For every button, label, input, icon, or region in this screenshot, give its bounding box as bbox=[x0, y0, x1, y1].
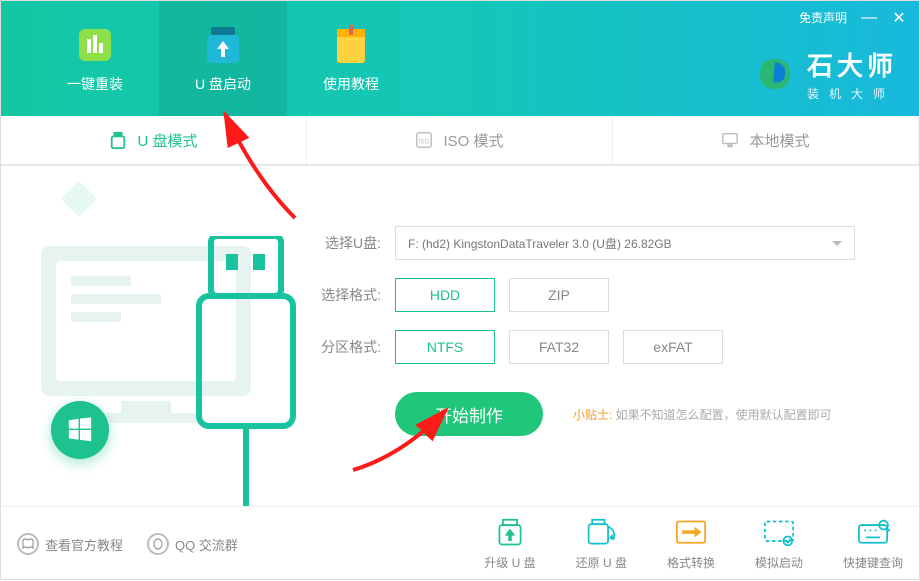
official-tutorial-label: 查看官方教程 bbox=[45, 535, 123, 554]
format-zip-button[interactable]: ZIP bbox=[509, 278, 609, 312]
svg-text:ISO: ISO bbox=[419, 139, 430, 146]
tool-convert[interactable]: 格式转换 bbox=[667, 518, 715, 571]
mode-usb[interactable]: U 盘模式 bbox=[1, 116, 307, 164]
tool-restore-label: 还原 U 盘 bbox=[576, 554, 627, 571]
nav-tutorial[interactable]: 使用教程 bbox=[287, 1, 415, 116]
usb-select[interactable]: F: (hd2) KingstonDataTraveler 3.0 (U盘) 2… bbox=[395, 226, 855, 260]
qq-group-link[interactable]: QQ 交流群 bbox=[147, 533, 238, 555]
reinstall-icon bbox=[74, 24, 116, 66]
partition-label: 分区格式: bbox=[311, 337, 381, 357]
content-area: 选择U盘: F: (hd2) KingstonDataTraveler 3.0 … bbox=[1, 166, 919, 506]
brand-title: 石大师 bbox=[807, 46, 897, 83]
nav-usbboot[interactable]: U 盘启动 bbox=[159, 1, 287, 116]
local-icon bbox=[721, 131, 739, 149]
nav-reinstall-label: 一键重装 bbox=[67, 74, 123, 94]
start-button[interactable]: 开始制作 bbox=[395, 392, 543, 436]
restore-usb-icon bbox=[583, 518, 619, 548]
nav-tutorial-label: 使用教程 bbox=[323, 74, 379, 94]
tutorial-icon bbox=[330, 24, 372, 66]
partition-ntfs-button[interactable]: NTFS bbox=[395, 330, 495, 364]
qq-icon bbox=[147, 533, 169, 555]
format-hdd-button[interactable]: HDD bbox=[395, 278, 495, 312]
select-format-label: 选择格式: bbox=[311, 285, 381, 305]
official-tutorial-link[interactable]: 查看官方教程 bbox=[17, 533, 123, 555]
tool-upgrade-label: 升级 U 盘 bbox=[484, 554, 535, 571]
brand-logo-icon bbox=[755, 54, 795, 94]
mode-usb-label: U 盘模式 bbox=[137, 130, 197, 151]
nav-tabs: 一键重装 U 盘启动 使用教程 bbox=[1, 1, 415, 116]
mode-local[interactable]: 本地模式 bbox=[613, 116, 919, 164]
windows-icon bbox=[51, 401, 109, 459]
illustration bbox=[1, 166, 301, 506]
book-icon bbox=[17, 533, 39, 555]
window-controls: 免责声明 — ✕ bbox=[799, 9, 907, 26]
simulate-icon bbox=[761, 518, 797, 548]
form-area: 选择U盘: F: (hd2) KingstonDataTraveler 3.0 … bbox=[301, 166, 919, 506]
tool-upgrade[interactable]: 升级 U 盘 bbox=[484, 518, 535, 571]
close-button[interactable]: ✕ bbox=[891, 10, 907, 26]
tool-simulate-label: 模拟启动 bbox=[755, 554, 803, 571]
qq-group-label: QQ 交流群 bbox=[175, 535, 238, 554]
tip-label: 小贴士: bbox=[573, 408, 612, 422]
tool-convert-label: 格式转换 bbox=[667, 554, 715, 571]
usb-plug-icon bbox=[191, 236, 301, 506]
tool-hotkey-label: 快捷键查询 bbox=[843, 554, 903, 571]
tool-restore[interactable]: 还原 U 盘 bbox=[576, 518, 627, 571]
usb-icon bbox=[109, 131, 127, 149]
app-header: 一键重装 U 盘启动 使用教程 免责声明 — ✕ 石大师 装机大师 bbox=[1, 1, 919, 116]
mode-iso[interactable]: ISO ISO 模式 bbox=[307, 116, 613, 164]
select-usb-label: 选择U盘: bbox=[311, 233, 381, 253]
convert-icon bbox=[673, 518, 709, 548]
nav-usbboot-label: U 盘启动 bbox=[195, 74, 251, 94]
usb-select-value: F: (hd2) KingstonDataTraveler 3.0 (U盘) 2… bbox=[408, 235, 672, 252]
footer: 查看官方教程 QQ 交流群 升级 U 盘 还原 U 盘 格式转换 模拟启动 快捷… bbox=[1, 506, 919, 581]
tool-simulate[interactable]: 模拟启动 bbox=[755, 518, 803, 571]
hotkey-icon bbox=[855, 518, 891, 548]
mode-iso-label: ISO 模式 bbox=[443, 130, 503, 151]
usbboot-icon bbox=[202, 24, 244, 66]
disclaimer-link[interactable]: 免责声明 bbox=[799, 9, 847, 26]
deco-icon bbox=[61, 181, 98, 218]
brand-sub: 装机大师 bbox=[807, 85, 897, 102]
tool-hotkey[interactable]: 快捷键查询 bbox=[843, 518, 903, 571]
brand: 石大师 装机大师 bbox=[755, 46, 897, 102]
partition-fat32-button[interactable]: FAT32 bbox=[509, 330, 609, 364]
tip-text: 小贴士: 如果不知道怎么配置，使用默认配置即可 bbox=[573, 406, 832, 423]
minimize-button[interactable]: — bbox=[861, 10, 877, 26]
partition-exfat-button[interactable]: exFAT bbox=[623, 330, 723, 364]
upgrade-usb-icon bbox=[492, 518, 528, 548]
iso-icon: ISO bbox=[415, 131, 433, 149]
mode-tabs: U 盘模式 ISO ISO 模式 本地模式 bbox=[1, 116, 919, 166]
mode-local-label: 本地模式 bbox=[749, 130, 809, 151]
nav-reinstall[interactable]: 一键重装 bbox=[31, 1, 159, 116]
